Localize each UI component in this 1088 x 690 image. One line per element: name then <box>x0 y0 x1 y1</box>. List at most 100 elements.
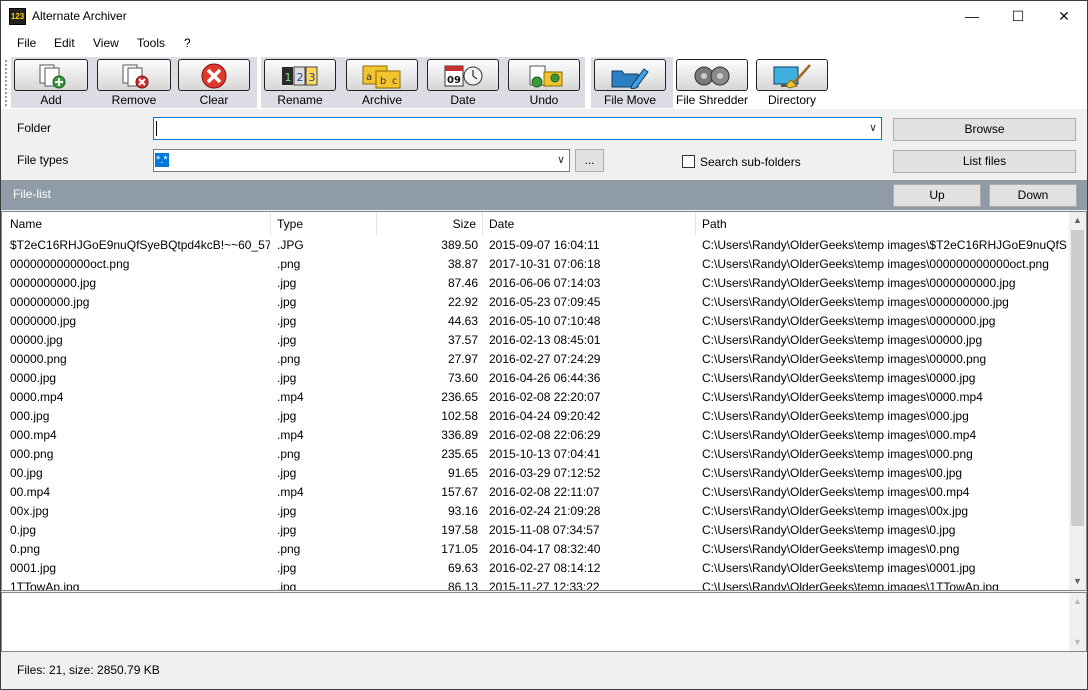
cell-path: C:\Users\Randy\OlderGeeks\temp images\00… <box>702 428 977 442</box>
table-row[interactable]: 1TTowAp.jpg .jpg 86.13 2015-11-27 12:33:22 C… <box>2 578 1070 590</box>
menu-help[interactable]: ? <box>184 36 191 50</box>
cell-size: 27.97 <box>447 352 478 366</box>
add-button[interactable]: Add <box>14 59 88 107</box>
log-scrollbar[interactable]: ▲ ▼ <box>1069 593 1086 651</box>
cell-name: 0001.jpg <box>10 561 57 575</box>
cell-path: C:\Users\Randy\OlderGeeks\temp images\00… <box>702 295 1009 309</box>
toolbar-grip[interactable] <box>5 60 9 106</box>
svg-text:c: c <box>392 76 398 87</box>
browse-button[interactable]: Browse <box>893 118 1076 141</box>
cell-date: 2016-06-06 07:14:03 <box>489 276 601 290</box>
table-row[interactable]: 0001.jpg .jpg 69.63 2016-02-27 08:14:12 C:\U… <box>2 559 1070 578</box>
cell-type: .jpg <box>277 523 297 537</box>
file-shredder-button[interactable]: File Shredder <box>676 59 748 107</box>
table-row[interactable]: 0000.jpg .jpg 73.60 2016-04-26 06:44:36 C:\U… <box>2 369 1070 388</box>
svg-text:3: 3 <box>309 71 316 84</box>
log-scroll-down-arrow-icon[interactable]: ▼ <box>1069 634 1086 651</box>
svg-text:b: b <box>380 76 386 87</box>
menu-file[interactable]: File <box>17 36 36 50</box>
clear-button[interactable]: Clear <box>178 59 250 107</box>
maximize-button[interactable]: ☐ <box>995 1 1041 32</box>
folder-combo[interactable]: ∨ <box>153 117 882 140</box>
table-row[interactable]: 00000.png .png 27.97 2016-02-27 07:24:29 C:\… <box>2 350 1070 369</box>
directory-broom-icon <box>773 64 811 89</box>
table-row[interactable]: 000.mp4 .mp4 336.89 2016-02-08 22:06:29 C:\U… <box>2 426 1070 445</box>
shredder-icon <box>694 66 730 86</box>
table-row[interactable]: 00.jpg .jpg 91.65 2016-03-29 07:12:52 C:\Use… <box>2 464 1070 483</box>
cell-name: 00000.png <box>10 352 67 366</box>
cell-name: 0000000000.jpg <box>10 276 97 290</box>
scrollbar-thumb[interactable] <box>1071 230 1084 526</box>
table-row[interactable]: 00.mp4 .mp4 157.67 2016-02-08 22:11:07 C:\Us… <box>2 483 1070 502</box>
cell-path: C:\Users\Randy\OlderGeeks\temp images\00… <box>702 504 969 518</box>
table-row[interactable]: 000.png .png 235.65 2015-10-13 07:04:41 C:\U… <box>2 445 1070 464</box>
scroll-down-arrow-icon[interactable]: ▼ <box>1069 573 1086 590</box>
chevron-down-icon[interactable]: ∨ <box>869 121 877 134</box>
file-move-button[interactable]: File Move <box>594 59 666 107</box>
date-button[interactable]: 09 Date <box>427 59 499 107</box>
cell-date: 2016-02-24 21:09:28 <box>489 504 601 518</box>
cell-date: 2016-02-13 08:45:01 <box>489 333 601 347</box>
cell-size: 87.46 <box>447 276 478 290</box>
cell-type: .jpg <box>277 409 297 423</box>
cell-type: .jpg <box>277 504 297 518</box>
rename-button[interactable]: 1 2 3 Rename <box>264 59 336 107</box>
file-types-value: *.* <box>155 153 169 167</box>
undo-button[interactable]: Undo <box>508 59 580 107</box>
search-subfolders-checkbox[interactable] <box>682 155 695 168</box>
cell-date: 2015-11-08 07:34:57 <box>489 523 600 537</box>
cell-name: 0.png <box>10 542 41 556</box>
cell-name: $T2eC16RHJGoE9nuQfSyeBQtpd4kcB!~~60_57..… <box>10 238 270 252</box>
table-row[interactable]: 0000000.jpg .jpg 44.63 2016-05-10 07:10:48 C… <box>2 312 1070 331</box>
table-row[interactable]: 00000.jpg .jpg 37.57 2016-02-13 08:45:01 C:\… <box>2 331 1070 350</box>
cell-date: 2016-02-08 22:20:07 <box>489 390 601 404</box>
column-header-type[interactable]: Type <box>271 212 377 236</box>
chevron-down-icon[interactable]: ∨ <box>557 153 565 166</box>
file-types-combo[interactable]: *.* ∨ <box>153 149 570 172</box>
table-row[interactable]: 0000000000.jpg .jpg 87.46 2016-06-06 07:14:… <box>2 274 1070 293</box>
file-rows: $T2eC16RHJGoE9nuQfSyeBQtpd4kcB!~~60_57..… <box>2 236 1070 590</box>
cell-date: 2016-05-23 07:09:45 <box>489 295 601 309</box>
file-types-more-button[interactable]: ... <box>575 149 604 172</box>
menu-edit[interactable]: Edit <box>54 36 75 50</box>
table-row[interactable]: 0.png .png 171.05 2016-04-17 08:32:40 C:\Use… <box>2 540 1070 559</box>
table-row[interactable]: 0000.mp4 .mp4 236.65 2016-02-08 22:20:07 C:\… <box>2 388 1070 407</box>
close-button[interactable]: ✕ <box>1041 1 1087 32</box>
menu-tools[interactable]: Tools <box>137 36 165 50</box>
log-textbox[interactable]: ▲ ▼ <box>1 592 1087 652</box>
cell-size: 93.16 <box>447 504 478 518</box>
cell-size: 157.67 <box>441 485 478 499</box>
text-caret <box>156 121 157 136</box>
file-move-label: File Move <box>603 93 656 107</box>
directory-button[interactable]: Directory <box>756 59 828 107</box>
table-row[interactable]: 00x.jpg .jpg 93.16 2016-02-24 21:09:28 C:\Us… <box>2 502 1070 521</box>
cell-size: 236.65 <box>441 390 478 404</box>
file-list-grid[interactable]: Name Type Size Date Path $T2eC16RHJGoE9n… <box>1 211 1087 591</box>
table-row[interactable]: $T2eC16RHJGoE9nuQfSyeBQtpd4kcB!~~60_57..… <box>2 236 1070 255</box>
column-header-path[interactable]: Path <box>696 212 1070 236</box>
column-header-size[interactable]: Size <box>377 212 483 236</box>
table-row[interactable]: 0.jpg .jpg 197.58 2015-11-08 07:34:57 C:\Use… <box>2 521 1070 540</box>
cell-type: .jpg <box>277 276 297 290</box>
menu-view[interactable]: View <box>93 36 119 50</box>
cell-name: 0000000.jpg <box>10 314 77 328</box>
minimize-button[interactable]: — <box>949 1 995 32</box>
cell-size: 235.65 <box>441 447 478 461</box>
column-header-name[interactable]: Name <box>4 212 271 236</box>
scroll-up-arrow-icon[interactable]: ▲ <box>1069 212 1086 229</box>
status-bar: Files: 21, size: 2850.79 KB <box>1 653 1087 689</box>
table-row[interactable]: 000000000.jpg .jpg 22.92 2016-05-23 07:09:4… <box>2 293 1070 312</box>
table-row[interactable]: 000.jpg .jpg 102.58 2016-04-24 09:20:42 C:\U… <box>2 407 1070 426</box>
archive-button[interactable]: a b c Archive <box>346 59 418 107</box>
log-scroll-up-arrow-icon[interactable]: ▲ <box>1069 593 1086 610</box>
cell-name: 000000000.jpg <box>10 295 90 309</box>
up-button[interactable]: Up <box>893 184 981 207</box>
list-files-button[interactable]: List files <box>893 150 1076 173</box>
cell-date: 2016-02-08 22:11:07 <box>489 485 600 499</box>
remove-button[interactable]: Remove <box>97 59 171 107</box>
table-row[interactable]: 000000000000oct.png .png 38.87 2017-10-31 0… <box>2 255 1070 274</box>
cell-date: 2015-10-13 07:04:41 <box>489 447 601 461</box>
vertical-scrollbar[interactable]: ▲ ▼ <box>1069 212 1086 590</box>
down-button[interactable]: Down <box>989 184 1077 207</box>
column-header-date[interactable]: Date <box>483 212 696 236</box>
